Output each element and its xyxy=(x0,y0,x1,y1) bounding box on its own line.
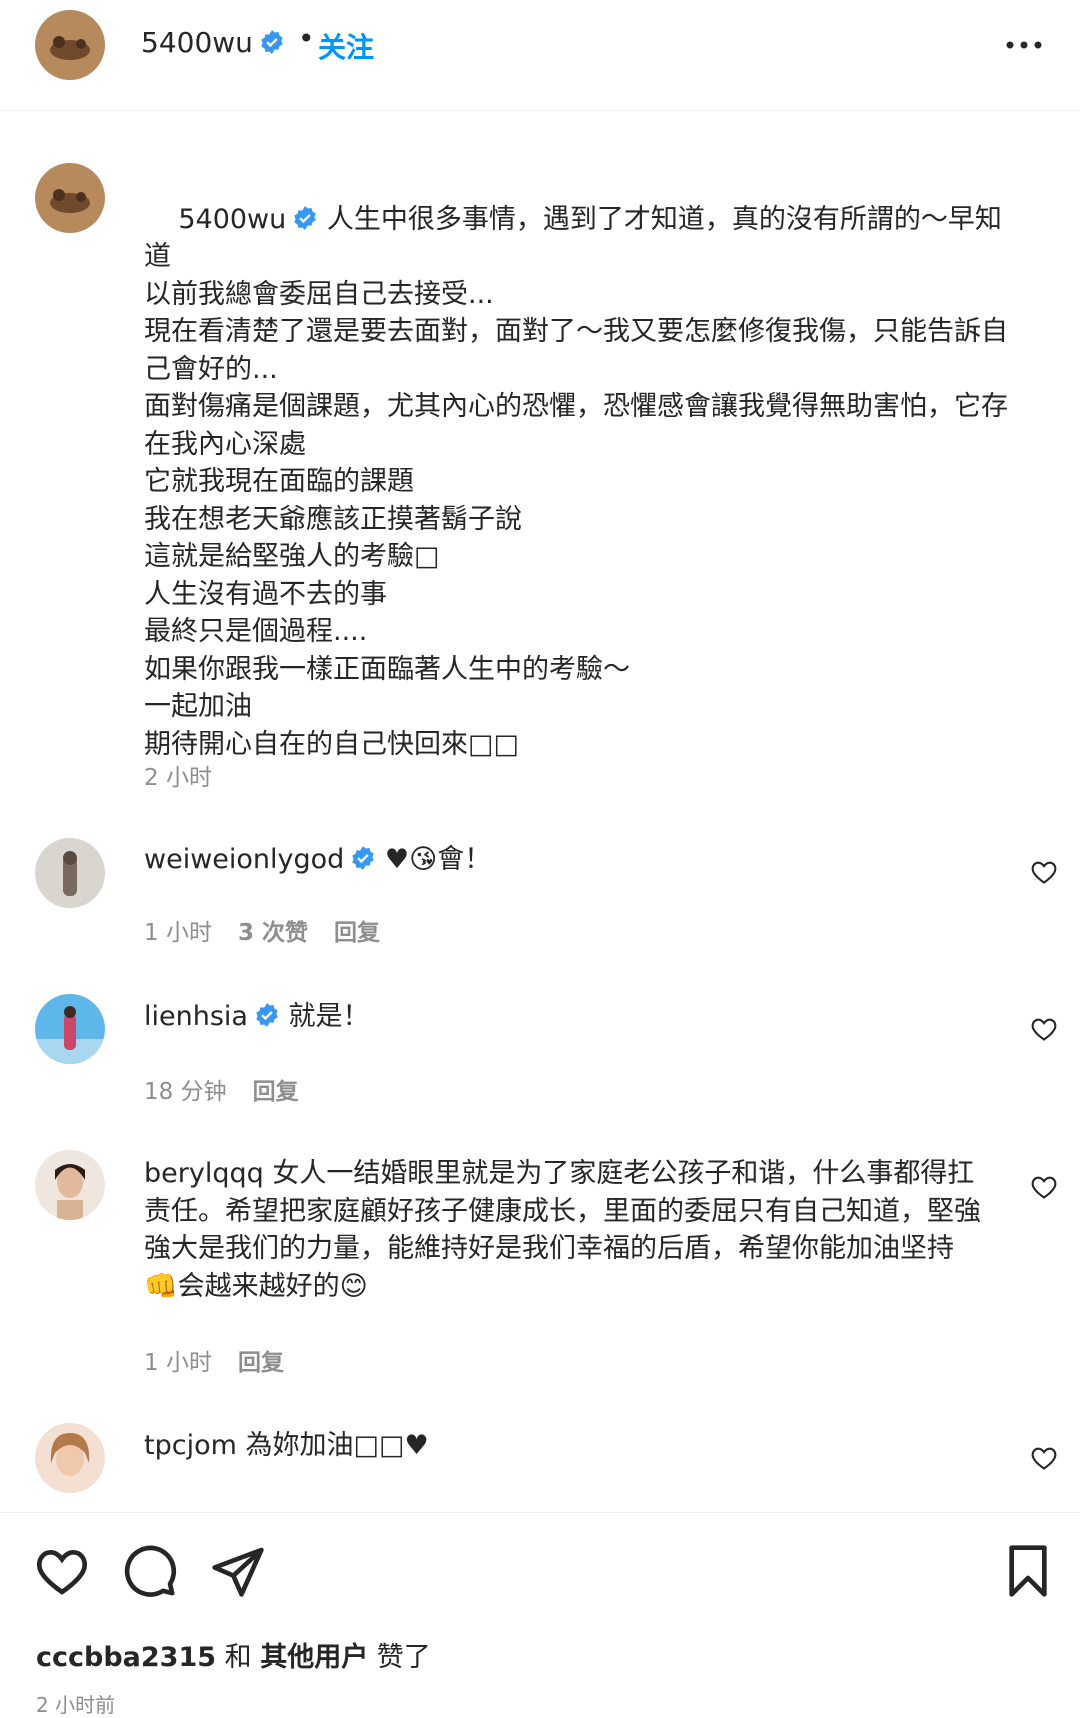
liked-by-user[interactable]: cccbba2315 xyxy=(36,1642,216,1673)
liked-suffix: 赞了 xyxy=(368,1642,431,1673)
header-avatar[interactable] xyxy=(35,10,105,80)
caption-avatar[interactable] xyxy=(35,163,105,233)
liked-and: 和 xyxy=(216,1642,261,1673)
comment-like-heart-icon[interactable] xyxy=(1030,1173,1058,1201)
header-username[interactable]: 5400wu xyxy=(141,26,285,59)
comment-time: 18 分钟 xyxy=(144,1079,227,1105)
heart-icon[interactable] xyxy=(34,1543,90,1599)
reply-button[interactable]: 回复 xyxy=(334,920,380,946)
verified-badge-icon xyxy=(294,205,316,230)
comment-text: 女人一结婚眼里就是为了家庭老公孩子和谐，什么事都得扛责任。希望把家庭顧好孩子健康… xyxy=(144,1158,981,1302)
comment-avatar-tpcjom[interactable] xyxy=(35,1423,105,1493)
caption-meta: 2 小时 xyxy=(144,758,238,792)
comment-icon[interactable] xyxy=(122,1543,178,1599)
comment-username[interactable]: berylqqq xyxy=(144,1158,264,1189)
caption-text: 人生中很多事情，遇到了才知道，真的沒有所謂的～早知道 以前我總會委屈自己去接受.… xyxy=(144,203,1008,760)
header-separator: • xyxy=(298,22,315,55)
comment-text: 就是！ xyxy=(288,1001,370,1032)
bookmark-icon[interactable] xyxy=(1000,1543,1056,1599)
post-header: 5400wu • 关注 xyxy=(0,0,1080,111)
caption-time: 2 小时 xyxy=(144,765,212,791)
caption-username[interactable]: 5400wu xyxy=(178,204,318,235)
comment-tpcjom: tpcjom 為妳加油□□♥ xyxy=(144,1427,984,1465)
comment-lienhsia: lienhsia 就是！ xyxy=(144,998,1024,1036)
verified-badge-icon xyxy=(261,30,283,54)
liked-others[interactable]: 其他用户 xyxy=(260,1642,368,1673)
comment-username[interactable]: weiweionlygod xyxy=(144,844,376,875)
comment-username[interactable]: lienhsia xyxy=(144,1001,280,1032)
comment-time: 1 小时 xyxy=(144,1350,212,1376)
comment-meta: 1 小时 回复 xyxy=(144,1343,310,1377)
comment-time: 1 小时 xyxy=(144,920,212,946)
comment-meta: 18 分钟 回复 xyxy=(144,1072,325,1106)
verified-badge-icon xyxy=(256,1003,278,1027)
comment-avatar-berylqqq[interactable] xyxy=(35,1150,105,1220)
comment-username[interactable]: tpcjom xyxy=(144,1430,237,1461)
more-icon[interactable] xyxy=(1002,30,1046,60)
reply-button[interactable]: 回复 xyxy=(253,1079,299,1105)
likes-summary[interactable]: cccbba2315 和 其他用户 赞了 xyxy=(36,1635,431,1674)
share-icon[interactable] xyxy=(210,1543,266,1599)
comment-meta: 1 小时 3 次赞 回复 xyxy=(144,913,406,947)
comment-berylqqq: berylqqq 女人一结婚眼里就是为了家庭老公孩子和谐，什么事都得扛责任。希望… xyxy=(144,1155,984,1305)
comment-like-heart-icon[interactable] xyxy=(1030,858,1058,886)
comment-likes[interactable]: 3 次赞 xyxy=(238,920,308,946)
comment-text: 為妳加油□□♥ xyxy=(245,1430,429,1461)
comment-text: ♥😘會！ xyxy=(384,844,492,875)
follow-button[interactable]: 关注 xyxy=(318,26,374,66)
reply-button[interactable]: 回复 xyxy=(238,1350,284,1376)
comment-weiweionlygod: weiweionlygod ♥😘會！ xyxy=(144,841,1024,879)
caption: 5400wu 人生中很多事情，遇到了才知道，真的沒有所謂的～早知道 以前我總會委… xyxy=(144,163,1024,801)
comment-like-heart-icon[interactable] xyxy=(1030,1444,1058,1472)
action-bar: cccbba2315 和 其他用户 赞了 2 小时前 xyxy=(0,1512,1080,1717)
verified-badge-icon xyxy=(352,846,375,870)
comment-avatar-weiweionlygod[interactable] xyxy=(35,838,105,908)
comment-like-heart-icon[interactable] xyxy=(1030,1015,1058,1043)
comment-avatar-lienhsia[interactable] xyxy=(35,994,105,1064)
post-timestamp: 2 小时前 xyxy=(36,1693,116,1717)
